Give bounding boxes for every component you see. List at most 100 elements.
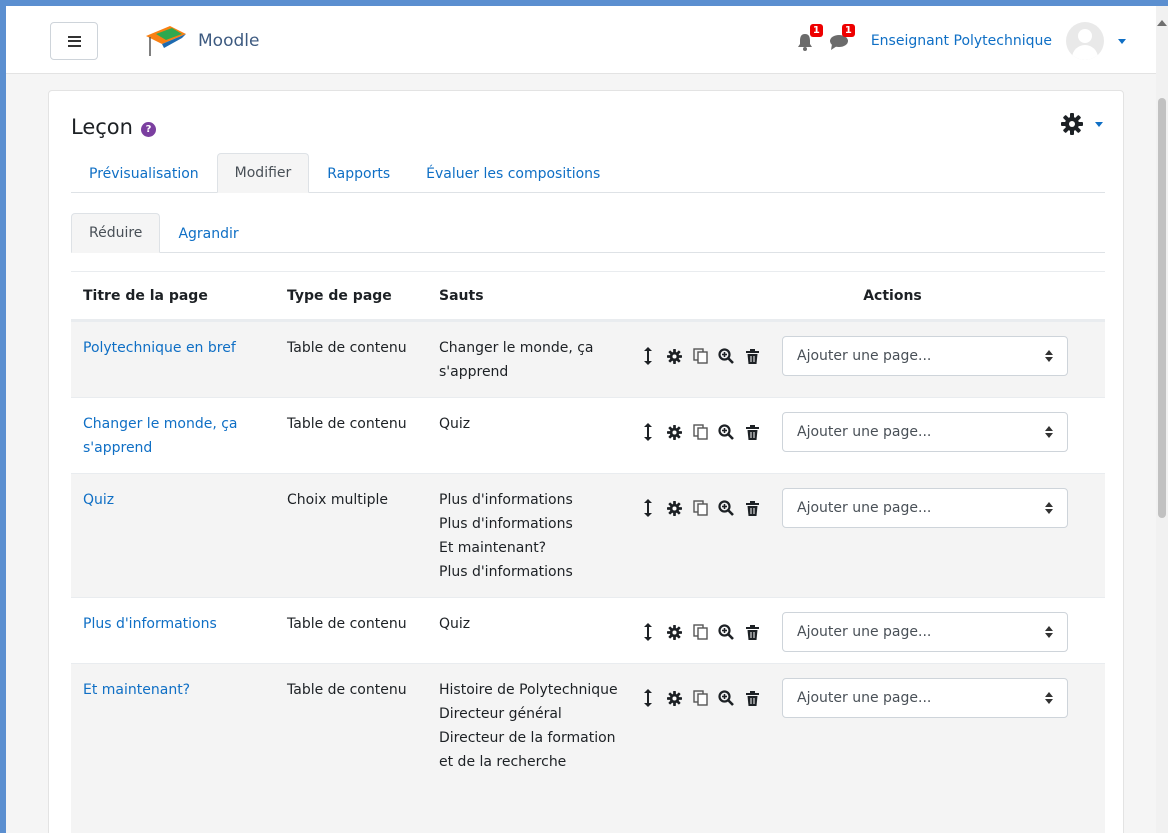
add-page-select[interactable]: Ajouter une page... — [782, 678, 1068, 718]
zoom-icon[interactable] — [718, 624, 734, 640]
copy-icon[interactable] — [692, 500, 708, 516]
move-icon[interactable] — [640, 499, 656, 517]
row-actions: Ajouter une page... — [632, 598, 1105, 663]
page-type: Choix multiple — [287, 492, 389, 508]
action-icons — [640, 612, 770, 652]
action-icons — [640, 488, 770, 528]
select-arrows-icon — [1045, 350, 1053, 362]
add-page-select[interactable]: Ajouter une page... — [782, 612, 1068, 652]
scroll-up-icon[interactable] — [1157, 20, 1167, 26]
tab-grade-essays[interactable]: Évaluer les compositions — [408, 153, 618, 193]
move-icon[interactable] — [640, 623, 656, 641]
gear-icon[interactable] — [666, 500, 682, 516]
messages-toggle[interactable]: 1 — [829, 24, 855, 52]
add-page-select[interactable]: Ajouter une page... — [782, 488, 1068, 528]
action-icons — [640, 336, 770, 376]
tab-reports[interactable]: Rapports — [309, 153, 408, 193]
jump-target: Changer le monde, ça s'apprend — [439, 340, 594, 380]
top-navbar: Moodle 1 1 Enseignant Polytechnique — [6, 6, 1156, 74]
site-name: Moodle — [198, 31, 260, 51]
jump-target: Quiz — [439, 416, 471, 432]
settings-menu[interactable] — [1061, 113, 1103, 135]
copy-icon[interactable] — [692, 690, 708, 706]
add-page-select[interactable]: Ajouter une page... — [782, 412, 1068, 452]
gear-icon[interactable] — [666, 424, 682, 440]
jump-target: Plus d'informations — [439, 516, 573, 532]
gear-icon[interactable] — [666, 690, 682, 706]
page-title-link[interactable]: Quiz — [71, 474, 275, 597]
page-title-link[interactable]: Plus d'informations — [71, 598, 275, 663]
add-page-select[interactable]: Ajouter une page... — [782, 336, 1068, 376]
jump-target: Plus d'informations — [439, 564, 573, 580]
add-page-select-value: Ajouter une page... — [797, 348, 932, 364]
gear-icon[interactable] — [666, 624, 682, 640]
action-icons — [640, 412, 770, 452]
move-icon[interactable] — [640, 423, 656, 441]
copy-icon[interactable] — [692, 348, 708, 364]
page-jumps: Changer le monde, ça s'apprend — [427, 322, 632, 397]
zoom-icon[interactable] — [718, 348, 734, 364]
header-actions: Actions — [863, 287, 922, 304]
scrollbar[interactable] — [1156, 6, 1168, 833]
user-name[interactable]: Enseignant Polytechnique — [871, 33, 1052, 49]
jump-target: Plus d'informations — [439, 492, 573, 508]
add-page-select-value: Ajouter une page... — [797, 690, 932, 706]
select-arrows-icon — [1045, 426, 1053, 438]
add-page-select-value: Ajouter une page... — [797, 624, 932, 640]
move-icon[interactable] — [640, 689, 656, 707]
trash-icon[interactable] — [744, 424, 760, 440]
page-jumps: Quiz — [427, 598, 632, 663]
page-title-link[interactable]: Polytechnique en bref — [71, 322, 275, 397]
table-row: Changer le monde, ça s'apprend Table de … — [71, 397, 1105, 473]
tab-preview[interactable]: Prévisualisation — [71, 153, 217, 193]
gear-icon — [1061, 113, 1083, 135]
page-jumps: Plus d'informations Plus d'informations Et… — [427, 474, 632, 597]
table-row: Polytechnique en bref Table de contenu C… — [71, 321, 1105, 397]
tab-edit[interactable]: Modifier — [216, 153, 310, 193]
row-actions: Ajouter une page... — [632, 398, 1105, 473]
header-jumps: Sauts — [439, 287, 484, 304]
table-header: Titre de la page Type de page Sauts Acti… — [71, 271, 1105, 321]
hamburger-icon — [67, 35, 81, 47]
add-page-select-value: Ajouter une page... — [797, 424, 932, 440]
notifications-toggle[interactable]: 1 — [797, 24, 823, 52]
row-actions: Ajouter une page... — [632, 322, 1105, 397]
jump-target: Histoire de Polytechnique — [439, 682, 618, 698]
action-icons — [640, 678, 770, 718]
table-row: Quiz Choix multiple Plus d'informations P… — [71, 473, 1105, 597]
jump-target: Quiz — [439, 616, 471, 632]
browser-frame: Moodle 1 1 Enseignant Polytechnique Leço… — [6, 6, 1168, 833]
jump-target: Directeur général — [439, 706, 562, 722]
trash-icon[interactable] — [744, 624, 760, 640]
table-row: Plus d'informations Table de contenu Qui… — [71, 597, 1105, 663]
brand[interactable]: Moodle — [142, 24, 259, 58]
select-arrows-icon — [1045, 626, 1053, 638]
zoom-icon[interactable] — [718, 500, 734, 516]
nav-drawer-toggle[interactable] — [50, 22, 98, 60]
tab-expand[interactable]: Agrandir — [160, 213, 256, 253]
zoom-icon[interactable] — [718, 424, 734, 440]
trash-icon[interactable] — [744, 500, 760, 516]
page-title-text: Leçon — [71, 115, 133, 139]
page-jumps: Quiz — [427, 398, 632, 473]
moodle-logo — [146, 26, 186, 56]
chevron-down-icon[interactable] — [1118, 38, 1126, 44]
gear-icon[interactable] — [666, 348, 682, 364]
move-icon[interactable] — [640, 347, 656, 365]
page-title-link[interactable]: Changer le monde, ça s'apprend — [71, 398, 275, 473]
page-type: Table de contenu — [287, 340, 407, 356]
scrollbar-thumb[interactable] — [1158, 98, 1166, 518]
trash-icon[interactable] — [744, 348, 760, 364]
page-type: Table de contenu — [287, 616, 407, 632]
trash-icon[interactable] — [744, 690, 760, 706]
jump-target: Directeur de la formation et de la reche… — [439, 730, 616, 770]
zoom-icon[interactable] — [718, 690, 734, 706]
copy-icon[interactable] — [692, 624, 708, 640]
copy-icon[interactable] — [692, 424, 708, 440]
avatar[interactable] — [1066, 22, 1104, 60]
help-icon[interactable]: ? — [140, 122, 156, 137]
user-nav: 1 1 Enseignant Polytechnique — [797, 22, 1126, 60]
tab-collapse[interactable]: Réduire — [71, 213, 161, 253]
row-actions: Ajouter une page... — [632, 474, 1105, 597]
page-title-link[interactable]: Et maintenant? — [71, 664, 275, 833]
